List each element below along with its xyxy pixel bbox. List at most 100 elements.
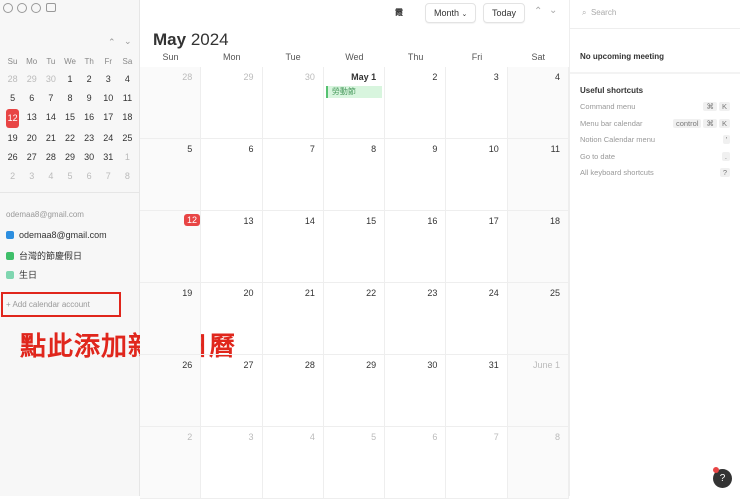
close-window-button[interactable] [3,3,13,13]
mini-day[interactable]: 4 [118,70,137,89]
day-cell[interactable]: 19 [140,283,202,355]
day-cell[interactable]: 23 [385,283,447,355]
next-month-button[interactable]: ⌄ [549,5,557,16]
day-cell[interactable]: 6 [201,139,263,211]
day-cell[interactable]: 4 [507,67,569,139]
day-cell[interactable]: 28 [262,355,324,427]
day-cell[interactable]: 9 [385,139,447,211]
mini-day[interactable]: 10 [99,89,118,108]
mini-day[interactable]: 22 [60,129,79,148]
day-cell[interactable]: 7 [262,139,324,211]
day-cell[interactable]: 8 [323,139,386,211]
today-button[interactable]: Today [483,3,526,23]
mini-day[interactable]: 6 [22,89,41,108]
zoom-window-button[interactable] [31,3,41,13]
day-cell[interactable]: 25 [507,283,569,355]
mini-day[interactable]: 19 [3,129,22,148]
mini-day[interactable]: 9 [80,89,99,108]
day-cell[interactable]: 30 [385,355,447,427]
mini-day[interactable]: 5 [60,167,79,186]
mini-day[interactable]: 20 [22,129,41,148]
day-cell[interactable]: 10 [446,139,508,211]
mini-day[interactable]: 26 [3,148,22,167]
day-cell[interactable]: 22 [323,283,386,355]
mini-day[interactable]: 7 [41,89,60,108]
day-cell[interactable]: 3 [446,67,508,139]
mini-day[interactable]: 28 [3,70,22,89]
mini-day[interactable]: 2 [3,167,22,186]
day-cell[interactable]: 8 [507,427,569,499]
mini-day[interactable]: 21 [41,129,60,148]
day-cell[interactable]: 7 [446,427,508,499]
mini-day[interactable]: 1 [60,70,79,89]
mini-day[interactable]: 6 [80,167,99,186]
day-cell[interactable]: 16 [385,211,447,283]
calendar-item[interactable]: 生日 [6,268,37,281]
day-cell[interactable]: 20 [201,283,263,355]
mini-day[interactable]: 3 [99,70,118,89]
mini-day[interactable]: 30 [80,148,99,167]
day-cell[interactable]: 3 [201,427,263,499]
mini-day[interactable]: 15 [60,108,79,127]
day-cell[interactable]: 12 [140,211,202,283]
mini-day[interactable]: 27 [22,148,41,167]
mini-day[interactable]: 2 [80,70,99,89]
mini-day[interactable]: 16 [80,108,99,127]
event-chip[interactable]: 勞動節 [325,86,383,98]
mini-day[interactable]: 17 [99,108,118,127]
day-cell[interactable]: 21 [262,283,324,355]
mini-day[interactable]: 8 [60,89,79,108]
day-cell[interactable]: 4 [262,427,324,499]
search-input[interactable]: ⌕ Search [582,8,616,18]
minimize-window-button[interactable] [17,3,27,13]
day-cell[interactable]: 26 [140,355,202,427]
mini-day[interactable]: 23 [80,129,99,148]
day-cell[interactable]: May 1 勞動節 [323,67,386,139]
mini-day[interactable]: 18 [118,108,137,127]
calendar-color-checkbox[interactable] [6,231,14,239]
day-cell[interactable]: 13 [201,211,263,283]
mini-day[interactable]: 30 [41,70,60,89]
view-select[interactable]: Month ⌄ [425,3,477,23]
day-cell[interactable]: 2 [385,67,447,139]
mini-day[interactable]: 29 [22,70,41,89]
mini-day[interactable]: 4 [41,167,60,186]
day-cell[interactable]: 28 [140,67,202,139]
day-cell[interactable]: 30 [262,67,324,139]
mini-day[interactable]: 12 [6,109,20,128]
prev-month-button[interactable]: ⌃ [534,6,542,17]
day-cell[interactable]: 2 [140,427,202,499]
day-cell[interactable]: 18 [507,211,569,283]
mini-day[interactable]: 7 [99,167,118,186]
day-cell[interactable]: 29 [323,355,386,427]
calendar-color-checkbox[interactable] [6,270,14,279]
mini-prev-month-button[interactable]: ⌃ [108,37,116,48]
mini-day[interactable]: 5 [3,89,22,108]
mini-day[interactable]: 13 [22,108,41,127]
day-cell[interactable]: 15 [323,211,386,283]
mini-day[interactable]: 14 [41,108,60,127]
day-cell[interactable]: 6 [385,427,447,499]
mini-day[interactable]: 31 [99,148,118,167]
mini-day[interactable]: 28 [41,148,60,167]
day-cell[interactable]: 24 [446,283,508,355]
sidebar-toggle-icon[interactable] [46,3,56,12]
day-cell[interactable]: 14 [262,211,324,283]
mini-next-month-button[interactable]: ⌄ [124,36,132,47]
calendar-item[interactable]: odemaa8@gmail.com [6,230,107,240]
day-cell[interactable]: 17 [446,211,508,283]
day-cell[interactable]: 31 [446,355,508,427]
mini-day[interactable]: 24 [99,129,118,148]
mini-day[interactable]: 8 [118,167,137,186]
day-cell[interactable]: June 1 [507,355,569,427]
mini-day[interactable]: 3 [22,167,41,186]
day-cell[interactable]: 29 [201,67,263,139]
day-cell[interactable]: 5 [323,427,386,499]
day-cell[interactable]: 11 [507,139,569,211]
day-cell[interactable]: 27 [201,355,263,427]
mini-day[interactable]: 29 [60,148,79,167]
calendar-color-checkbox[interactable] [6,251,14,260]
calendar-item[interactable]: 台灣的節慶假日 [6,249,82,262]
mini-day[interactable]: 1 [118,148,137,167]
mini-day[interactable]: 25 [118,129,137,148]
